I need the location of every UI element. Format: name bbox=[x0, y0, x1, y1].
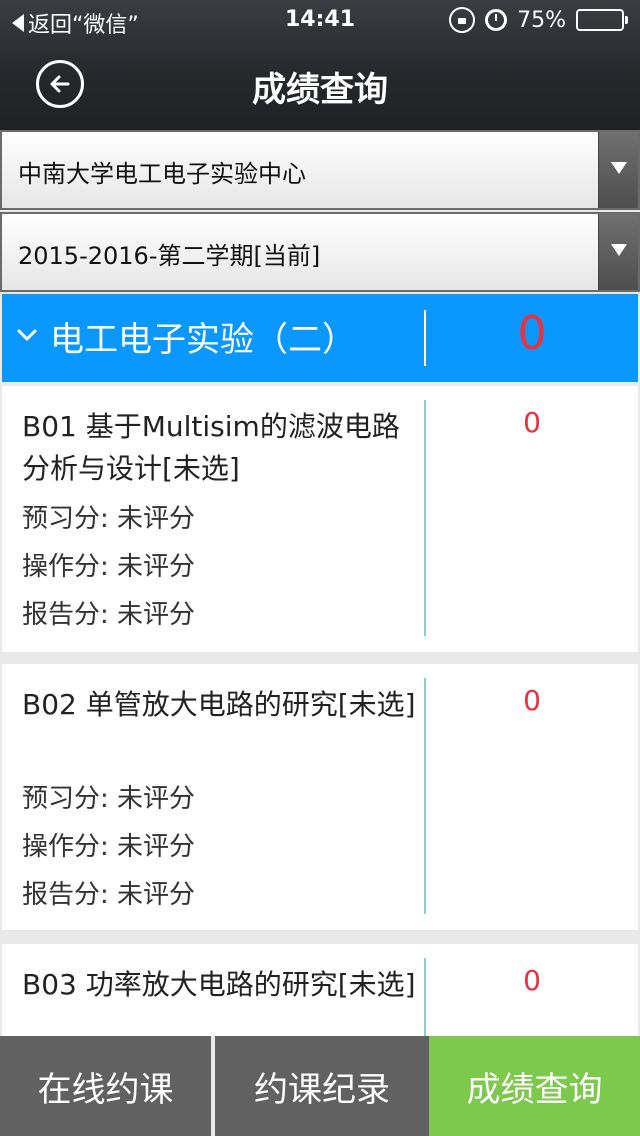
experiment-title: B03 功率放大电路的研究[未选] bbox=[22, 968, 416, 1001]
status-bar: 返回“微信” 14:41 75% bbox=[0, 0, 640, 40]
alarm-icon bbox=[485, 9, 508, 31]
report-score: 报告分: 未评分 bbox=[22, 600, 196, 630]
center-dropdown-icon[interactable] bbox=[598, 132, 638, 208]
preview-score: 预习分: 未评分 bbox=[22, 784, 196, 814]
rotation-lock-icon bbox=[449, 7, 476, 33]
course-score: 0 bbox=[517, 306, 547, 360]
experiment-score: 0 bbox=[523, 964, 541, 997]
operation-score: 操作分: 未评分 bbox=[22, 552, 196, 582]
chevron-down-icon bbox=[17, 329, 37, 341]
bottom-tab-bar: 在线约课 约课纪录 成绩查询 bbox=[0, 1036, 640, 1136]
center-select[interactable]: 中南大学电工电子实验中心 bbox=[0, 130, 640, 210]
term-select[interactable]: 2015-2016-第二学期[当前] bbox=[0, 212, 640, 292]
experiment-card[interactable]: B02 单管放大电路的研究[未选] 预习分: 未评分 操作分: 未评分 报告分:… bbox=[2, 664, 638, 930]
experiment-card[interactable]: B03 功率放大电路的研究[未选] 0 bbox=[2, 944, 638, 1036]
experiment-title: B01 基于Multisim的滤波电路分析与设计[未选] bbox=[22, 410, 400, 485]
course-name: 电工电子实验（二） bbox=[50, 320, 356, 360]
tab-online-booking[interactable]: 在线约课 bbox=[0, 1036, 211, 1136]
status-right: 75% bbox=[449, 7, 628, 33]
page-title: 成绩查询 bbox=[252, 70, 388, 110]
top-bar: 返回“微信” 14:41 75% 成绩查询 bbox=[0, 0, 640, 130]
center-select-value: 中南大学电工电子实验中心 bbox=[18, 160, 306, 188]
experiment-score: 0 bbox=[523, 684, 541, 717]
tab-score-query[interactable]: 成绩查询 bbox=[429, 1036, 640, 1136]
preview-score: 预习分: 未评分 bbox=[22, 504, 196, 534]
experiment-title: B02 单管放大电路的研究[未选] bbox=[22, 688, 416, 721]
course-header[interactable]: 电工电子实验（二） 0 bbox=[2, 294, 638, 382]
experiment-score: 0 bbox=[523, 406, 541, 439]
battery-percent: 75% bbox=[517, 7, 566, 33]
term-select-value: 2015-2016-第二学期[当前] bbox=[18, 242, 321, 270]
term-dropdown-icon[interactable] bbox=[598, 214, 638, 290]
operation-score: 操作分: 未评分 bbox=[22, 832, 196, 862]
battery-icon bbox=[576, 9, 628, 31]
experiment-card[interactable]: B01 基于Multisim的滤波电路分析与设计[未选] 预习分: 未评分 操作… bbox=[2, 386, 638, 652]
tab-booking-records[interactable]: 约课纪录 bbox=[215, 1036, 429, 1136]
report-score: 报告分: 未评分 bbox=[22, 880, 196, 910]
